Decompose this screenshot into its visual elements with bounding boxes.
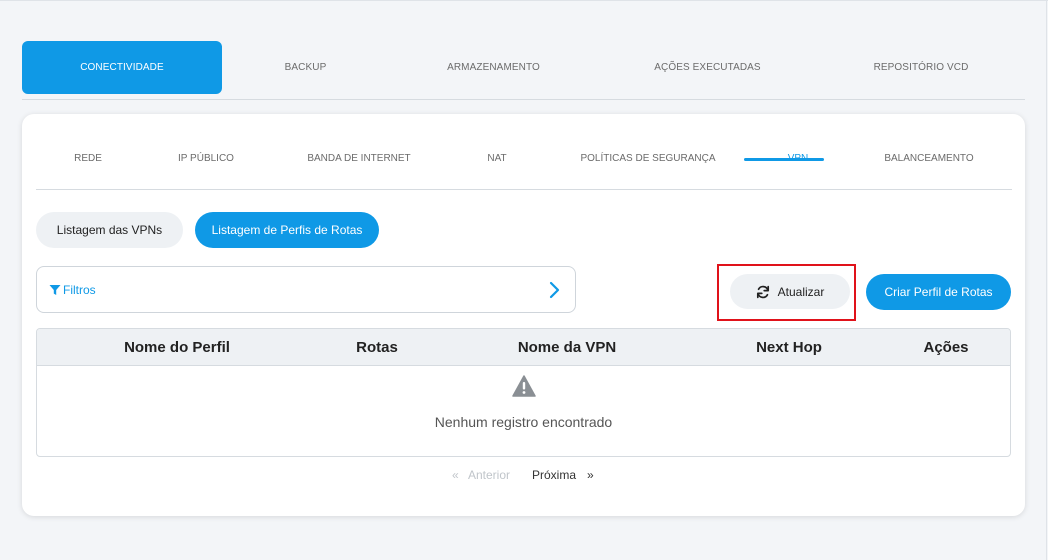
tab-acoes-executadas[interactable]: AÇÕES EXECUTADAS — [598, 41, 817, 94]
pagination-prev-button[interactable]: Anterior — [468, 468, 510, 482]
refresh-button[interactable]: Atualizar — [730, 274, 850, 309]
pagination-next-icon[interactable]: » — [587, 468, 594, 482]
tab-conectividade[interactable]: CONECTIVIDADE — [22, 41, 222, 94]
sub-tab-ip-publico[interactable]: IP PÚBLICO — [156, 138, 256, 178]
pagination: « Anterior Próxima » — [22, 468, 1025, 484]
column-header-nome-do-perfil: Nome do Perfil — [124, 339, 230, 356]
sub-tab-politicas-de-seguranca[interactable]: POLÍTICAS DE SEGURANÇA — [571, 138, 725, 178]
table-header: Nome do Perfil Rotas Nome da VPN Next Ho… — [37, 329, 1010, 366]
sub-tab-rede[interactable]: REDE — [56, 138, 120, 178]
sub-tabs: REDE IP PÚBLICO BANDA DE INTERNET NAT PO… — [36, 138, 1012, 178]
sub-tab-balanceamento[interactable]: BALANCEAMENTO — [866, 138, 992, 178]
tab-armazenamento[interactable]: ARMAZENAMENTO — [389, 41, 598, 94]
content-card: REDE IP PÚBLICO BANDA DE INTERNET NAT PO… — [22, 114, 1025, 516]
filter-funnel-icon — [49, 284, 61, 295]
sub-tab-banda-de-internet[interactable]: BANDA DE INTERNET — [291, 138, 427, 178]
sub-tab-nat[interactable]: NAT — [467, 138, 527, 178]
tab-backup[interactable]: BACKUP — [222, 41, 389, 94]
window-top-border — [0, 0, 1048, 3]
chevron-right-icon — [549, 281, 560, 299]
column-header-rotas: Rotas — [356, 339, 398, 356]
column-header-nome-da-vpn: Nome da VPN — [517, 339, 617, 356]
tab-repositorio-vcd[interactable]: REPOSITÓRIO VCD — [817, 41, 1025, 94]
refresh-button-label: Atualizar — [777, 284, 825, 299]
vpn-list-button[interactable]: Listagem das VPNs — [36, 212, 183, 248]
filters-toggle[interactable]: Filtros — [36, 266, 576, 313]
route-profiles-list-button[interactable]: Listagem de Perfis de Rotas — [195, 212, 379, 248]
sub-tabs-divider — [36, 189, 1012, 190]
main-tabs-divider — [22, 99, 1025, 100]
route-profiles-table: Nome do Perfil Rotas Nome da VPN Next Ho… — [36, 328, 1011, 457]
column-header-next-hop: Next Hop — [756, 339, 822, 356]
empty-state-message: Nenhum registro encontrado — [434, 414, 613, 430]
pagination-prev-icon: « — [452, 468, 459, 482]
main-tabs: CONECTIVIDADE BACKUP ARMAZENAMENTO AÇÕES… — [22, 41, 1025, 94]
column-header-acoes: Ações — [923, 339, 969, 356]
warning-icon — [512, 375, 536, 397]
pagination-next-button[interactable]: Próxima — [532, 468, 576, 482]
create-route-profile-button[interactable]: Criar Perfil de Rotas — [866, 274, 1011, 310]
active-sub-tab-indicator — [744, 158, 824, 161]
refresh-icon — [756, 285, 769, 298]
filters-label: Filtros — [63, 282, 96, 297]
